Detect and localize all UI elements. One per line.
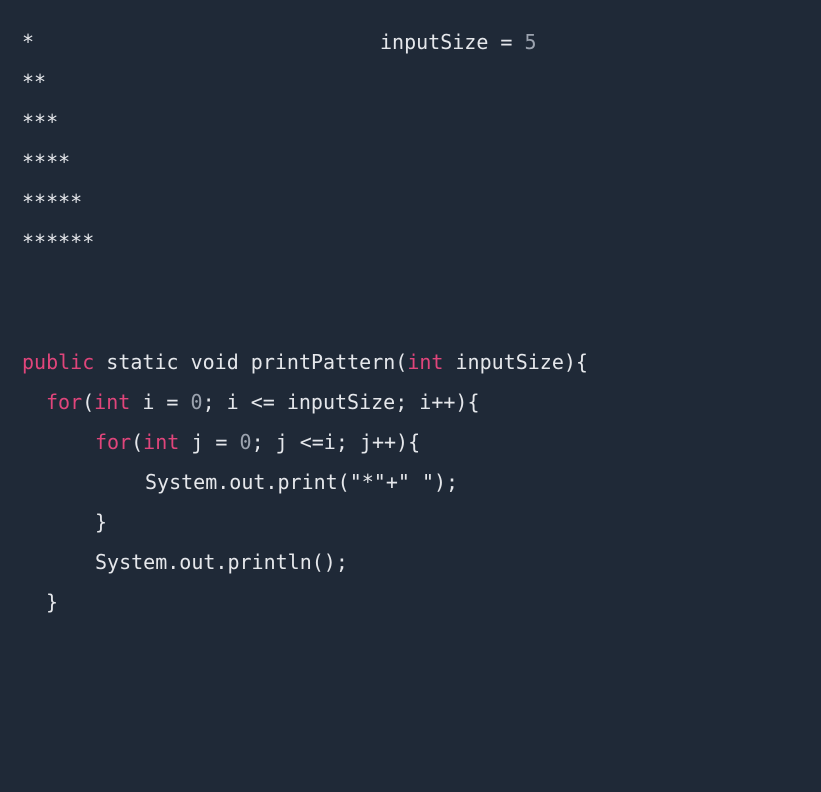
keyword-for: for [95, 430, 132, 454]
input-size-label: inputSize = [380, 30, 525, 54]
code-text: System.out.println(); [95, 550, 348, 574]
output-row-5: ***** [22, 190, 83, 214]
code-text: ( [131, 430, 144, 454]
code-line-1: public static void printPattern(int inpu… [22, 350, 588, 374]
code-text: i = [130, 390, 191, 414]
code-snippet-panel: * ** *** **** ***** ****** inputSize = 5… [0, 0, 821, 654]
output-row-3: *** [22, 110, 59, 134]
code-text: ( [82, 390, 95, 414]
keyword-int: int [407, 350, 444, 374]
code-text: static void printPattern( [94, 350, 408, 374]
input-size-annotation: inputSize = 5 [380, 30, 537, 54]
code-line-3: for(int j = 0; j <=i; j++){ [95, 430, 420, 454]
output-row-2: ** [22, 70, 47, 94]
number-literal: 0 [190, 390, 203, 414]
code-line-5: } [95, 510, 107, 534]
output-row-1: * [22, 30, 35, 54]
code-text: j = [179, 430, 240, 454]
keyword-public: public [22, 350, 95, 374]
code-text: System.out.print("*"+" "); [145, 470, 459, 494]
input-size-value: 5 [524, 30, 537, 54]
code-line-6: System.out.println(); [95, 550, 348, 574]
code-line-2: for(int i = 0; i <= inputSize; i++){ [46, 390, 480, 414]
code-text: ; j <=i; j++){ [251, 430, 421, 454]
keyword-int: int [94, 390, 131, 414]
code-line-4: System.out.print("*"+" "); [145, 470, 458, 494]
code-text: } [46, 590, 59, 614]
output-row-4: **** [22, 150, 71, 174]
keyword-int: int [143, 430, 180, 454]
output-row-6: ****** [22, 230, 95, 254]
number-literal: 0 [239, 430, 252, 454]
code-text: } [95, 510, 108, 534]
code-text: inputSize){ [443, 350, 588, 374]
code-text: ; i <= inputSize; i++){ [202, 390, 480, 414]
code-line-7: } [46, 590, 58, 614]
keyword-for: for [46, 390, 83, 414]
